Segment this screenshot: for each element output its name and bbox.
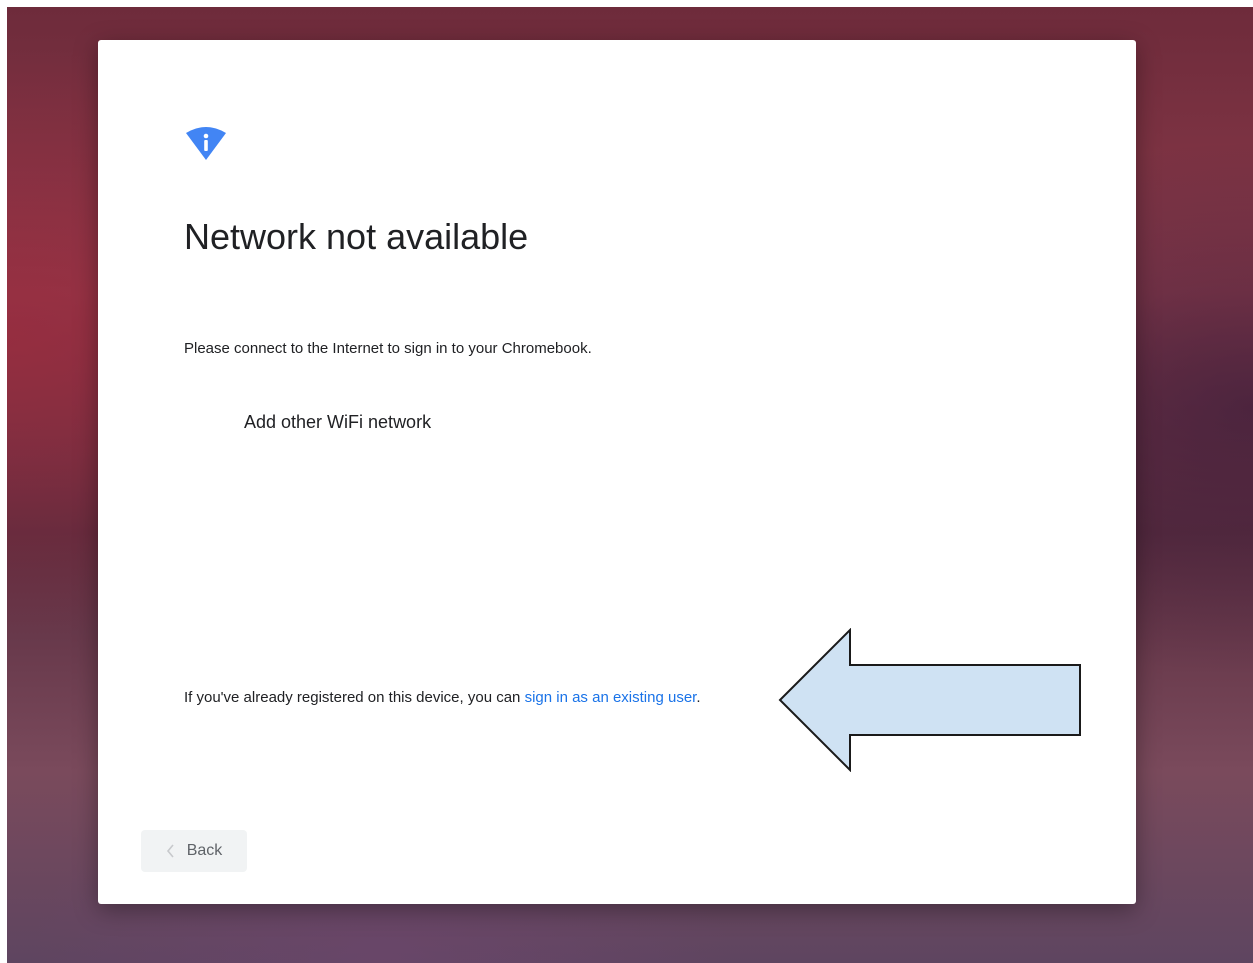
existing-user-text: If you've already registered on this dev…	[184, 689, 701, 706]
back-button-label: Back	[186, 842, 223, 859]
existing-user-suffix: .	[696, 689, 701, 706]
add-wifi-network-item[interactable]: Add other WiFi network	[244, 412, 431, 433]
network-dialog: Network not available Please connect to …	[98, 40, 1136, 904]
existing-user-prefix: If you've already registered on this dev…	[184, 689, 525, 706]
subtitle: Please connect to the Internet to sign i…	[184, 340, 592, 357]
arrow-left-annotation	[778, 628, 1081, 772]
page-title: Network not available	[184, 216, 529, 257]
sign-in-existing-user-link[interactable]: sign in as an existing user	[525, 689, 697, 706]
chevron-left-icon	[166, 844, 174, 858]
back-button[interactable]: Back	[141, 830, 247, 872]
wifi-info-icon	[186, 127, 226, 160]
